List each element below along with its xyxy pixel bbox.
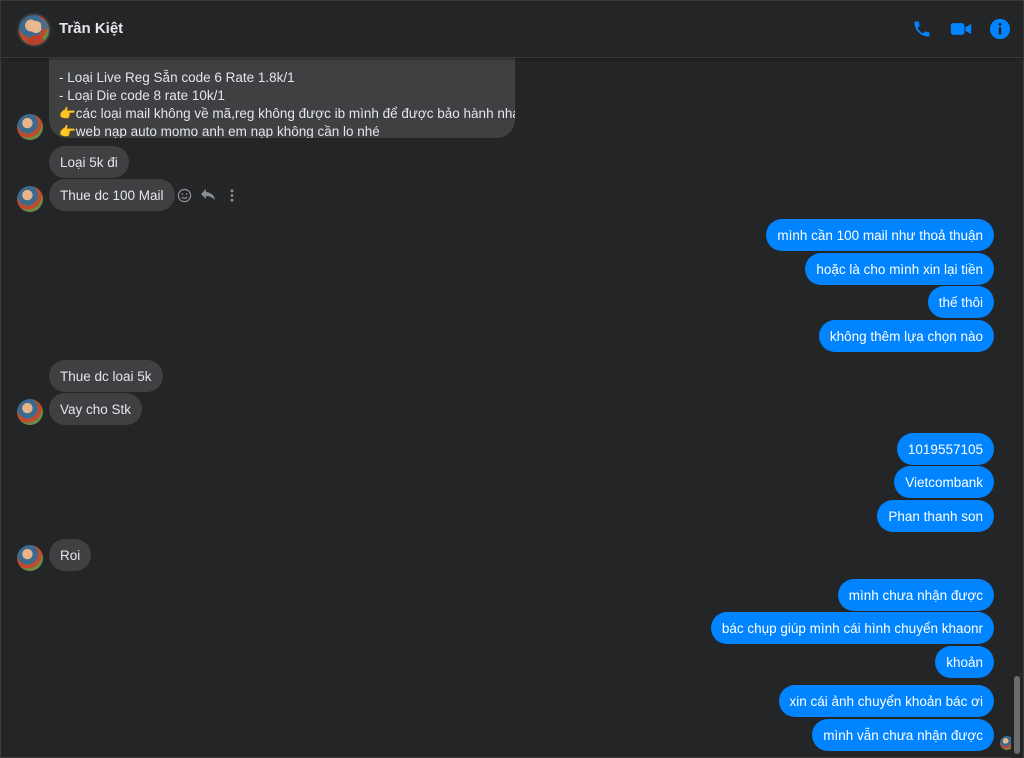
incoming-message[interactable]: Loại 5k đi: [49, 146, 129, 178]
outgoing-message[interactable]: thế thôi: [927, 286, 994, 318]
scrollbar-thumb[interactable]: [1014, 676, 1020, 754]
outgoing-message[interactable]: hoặc là cho mình xin lại tiền: [805, 253, 994, 285]
info-icon[interactable]: [989, 18, 1011, 40]
outgoing-message[interactable]: mình vẫn chưa nhận được: [812, 719, 994, 751]
outgoing-message[interactable]: Phan thanh son: [877, 500, 994, 532]
outgoing-message[interactable]: khoản: [935, 646, 994, 678]
contact-name[interactable]: Trần Kiệt: [59, 20, 123, 37]
sender-avatar[interactable]: [17, 399, 43, 425]
outgoing-message[interactable]: xin cái ảnh chuyển khoản bác ơi: [778, 685, 994, 717]
incoming-message[interactable]: Thue dc 100 Mail: [49, 179, 175, 211]
more-options-icon[interactable]: [224, 187, 240, 203]
phone-icon[interactable]: [911, 18, 933, 40]
video-camera-icon[interactable]: [950, 18, 972, 40]
message-line: - Loại Die code 8 rate 10k/1: [59, 88, 225, 103]
read-receipt-avatar: [1000, 736, 1011, 750]
message-tools: [176, 187, 240, 203]
message-line: … … … …: [59, 58, 505, 61]
contact-avatar[interactable]: [17, 13, 51, 47]
sender-avatar[interactable]: [17, 545, 43, 571]
outgoing-message[interactable]: mình chưa nhận được: [837, 579, 994, 611]
message-thread: … … … … - Loại Live Reg Sẵn code 6 Rate …: [1, 58, 1011, 758]
message-line: 👉các loại mail không về mã,reg không đượ…: [59, 106, 515, 121]
message-line: 👉web nạp auto momo anh em nạp không cần …: [59, 124, 380, 138]
sender-avatar[interactable]: [17, 186, 43, 212]
outgoing-message[interactable]: không thêm lựa chọn nào: [818, 320, 994, 352]
chat-header: Trần Kiệt: [1, 1, 1023, 58]
outgoing-message[interactable]: mình cần 100 mail như thoả thuận: [766, 219, 994, 251]
sender-avatar[interactable]: [17, 114, 43, 140]
header-actions: [911, 18, 1011, 40]
outgoing-message[interactable]: 1019557105: [896, 433, 994, 465]
outgoing-message[interactable]: bác chụp giúp mình cái hình chuyển khaon…: [710, 612, 994, 644]
avatar-image: [25, 20, 49, 45]
message-line: - Loại Live Reg Sẵn code 6 Rate 1.8k/1: [59, 70, 295, 85]
incoming-message[interactable]: Roi: [49, 539, 92, 571]
messenger-window: Trần Kiệt … … … … - Loại Live Reg Sẵn co…: [0, 0, 1024, 758]
long-incoming-message[interactable]: … … … … - Loại Live Reg Sẵn code 6 Rate …: [49, 58, 515, 138]
reply-icon[interactable]: [200, 187, 216, 203]
thread-scrollbar[interactable]: [1012, 58, 1022, 758]
incoming-message[interactable]: Vay cho Stk: [49, 393, 143, 425]
outgoing-message[interactable]: Vietcombank: [894, 466, 994, 498]
emoji-reaction-icon[interactable]: [176, 187, 192, 203]
incoming-message[interactable]: Thue dc loai 5k: [49, 360, 163, 392]
